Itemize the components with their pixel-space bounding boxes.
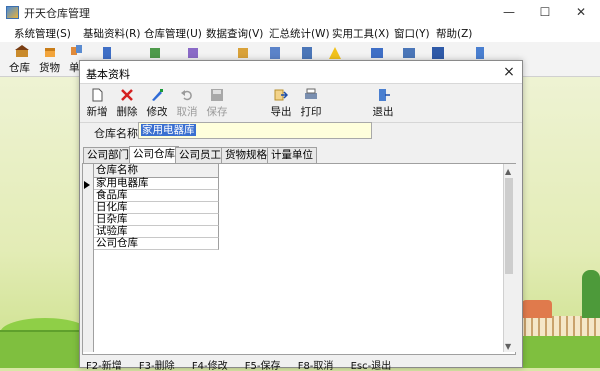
exit-door-icon[interactable] [473, 46, 487, 60]
warning-icon[interactable] [328, 46, 342, 60]
menu-system[interactable]: 系统管理(S) [14, 26, 71, 41]
documents-icon [71, 45, 82, 55]
menu-tools[interactable]: 实用工具(X) [332, 26, 389, 41]
dialog-title: 基本资料 [86, 68, 130, 81]
scroll-up-arrow-icon[interactable]: ▲ [505, 167, 511, 176]
menu-basic-data[interactable]: 基础资料(R) [83, 26, 141, 41]
tab-company-departments[interactable]: 公司部门 [83, 147, 133, 163]
undo-icon [181, 90, 192, 101]
app-logo-icon [6, 6, 19, 19]
save-button[interactable]: 保存 [202, 87, 232, 120]
edit-button[interactable]: 修改 [142, 87, 172, 120]
minimize-button[interactable]: — [492, 2, 526, 22]
close-window-button[interactable]: ✕ [564, 2, 598, 22]
export-icon [274, 89, 288, 101]
warehouse-name-input[interactable]: 家用电器库 [138, 122, 372, 139]
app-title: 开天仓库管理 [24, 7, 90, 20]
exit-label: 退出 [372, 106, 394, 118]
shortcut-esc: Esc-退出 [350, 361, 392, 371]
cancel-button[interactable]: 取消 [172, 87, 202, 120]
toolbar-goods-label: 货物 [39, 62, 60, 74]
edit-pen-icon [152, 89, 163, 101]
export-button[interactable]: 导出 [266, 87, 296, 120]
toolbar-warehouse-label: 仓库 [9, 62, 30, 74]
delete-label: 删除 [116, 106, 138, 118]
warehouse-icon [15, 45, 29, 57]
delete-x-icon [121, 89, 133, 101]
menu-warehouse[interactable]: 仓库管理(U) [144, 26, 202, 41]
shortcut-status-bar: F2-新增 F3-删除 F4-修改 F5-保存 F8-取消 Esc-退出 [86, 357, 516, 371]
delete-button[interactable]: 删除 [112, 87, 142, 120]
shortcut-f4: F4-修改 [191, 361, 228, 371]
toolbar-goods-button[interactable]: 货物 [37, 44, 65, 74]
print-button[interactable]: 打印 [296, 87, 326, 120]
tab-company-warehouses[interactable]: 公司仓库 [129, 146, 179, 164]
save-disk-icon [211, 89, 223, 101]
new-document-icon [92, 88, 103, 102]
basic-data-dialog: 基本资料 × 新增 删除 修改 取消 保存 导出 打印 退出 仓库名称 家用电器… [79, 60, 523, 371]
table-row[interactable]: 公司仓库 [94, 238, 219, 250]
edit-label: 修改 [146, 106, 168, 118]
row-indicator-column [83, 164, 94, 352]
export-label: 导出 [270, 106, 292, 118]
background-house [522, 300, 552, 318]
calculator-icon[interactable] [370, 46, 384, 60]
book-icon[interactable] [100, 46, 114, 60]
app-titlebar: 开天仓库管理 — ☐ ✕ [0, 0, 600, 24]
tab-units[interactable]: 计量单位 [267, 147, 317, 163]
dialog-toolbar: 新增 删除 修改 取消 保存 导出 打印 退出 [80, 84, 522, 123]
new-label: 新增 [86, 106, 108, 118]
save-label: 保存 [206, 106, 228, 118]
menu-window[interactable]: 窗口(Y) [394, 26, 430, 41]
shortcut-f5: F5-保存 [244, 361, 281, 371]
list-icon[interactable] [300, 46, 314, 60]
menu-bar: 系统管理(S) 基础资料(R) 仓库管理(U) 数据查询(V) 汇总统计(W) … [0, 24, 600, 42]
shortcut-f8: F8-取消 [297, 361, 334, 371]
menu-statistics[interactable]: 汇总统计(W) [269, 26, 330, 41]
printer-icon [305, 88, 317, 99]
dialog-titlebar: 基本资料 × [80, 61, 522, 84]
cancel-label: 取消 [176, 106, 198, 118]
new-button[interactable]: 新增 [82, 87, 112, 120]
maximize-button[interactable]: ☐ [528, 2, 562, 22]
print-label: 打印 [300, 106, 322, 118]
background-tree [582, 270, 600, 318]
toolbar-doc-label: 单 [69, 62, 80, 74]
dialog-close-button[interactable]: × [500, 63, 518, 81]
tab-company-employees[interactable]: 公司员工 [175, 147, 225, 163]
stock-in-icon[interactable] [148, 46, 162, 60]
menu-help[interactable]: 帮助(Z) [436, 26, 472, 41]
scroll-down-arrow-icon[interactable]: ▼ [505, 342, 511, 351]
scrollbar-thumb[interactable] [505, 178, 513, 274]
tab-goods-specs[interactable]: 货物规格 [221, 147, 271, 163]
warehouse-name-value: 家用电器库 [141, 124, 196, 136]
exit-door-icon [379, 89, 390, 101]
menu-query[interactable]: 数据查询(V) [206, 26, 263, 41]
shortcut-f3: F3-删除 [138, 361, 175, 371]
warehouse-grid: 仓库名称 家用电器库 食品库 日化库 日杂库 试验库 公司仓库 ▲ ▼ [82, 163, 516, 355]
transfer-icon[interactable] [236, 46, 250, 60]
warehouse-name-label: 仓库名称 [94, 127, 138, 140]
background-fence [512, 316, 600, 336]
stock-out-icon[interactable] [186, 46, 200, 60]
shortcut-f2: F2-新增 [86, 361, 122, 371]
report-icon[interactable] [268, 46, 282, 60]
column-header-warehouse-name[interactable]: 仓库名称 [94, 164, 219, 178]
goods-box-icon [45, 48, 55, 57]
toolbar-warehouse-button[interactable]: 仓库 [8, 44, 36, 74]
calendar-icon[interactable] [402, 46, 416, 60]
exit-button[interactable]: 退出 [368, 87, 398, 120]
save-disk-icon[interactable] [431, 46, 445, 60]
current-row-pointer-icon [84, 181, 90, 189]
